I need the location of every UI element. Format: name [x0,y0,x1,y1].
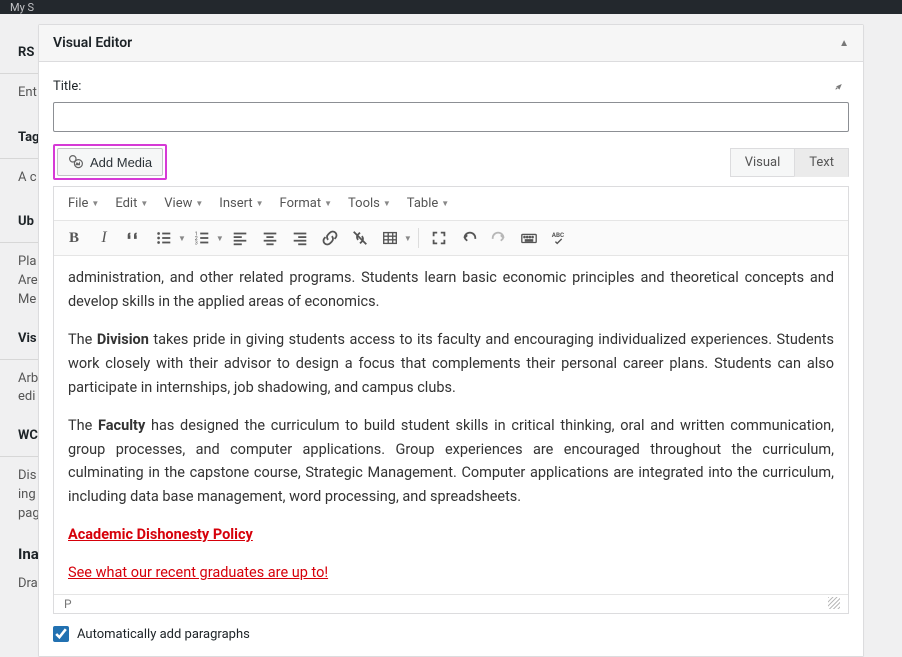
menu-file[interactable]: File▼ [62,192,105,215]
admin-bar: My S [0,0,902,14]
editor-content[interactable]: administration, and other related progra… [54,256,848,594]
add-media-highlight: Add Media [53,144,167,180]
svg-text:3: 3 [195,240,198,246]
editor-statusbar: P [54,594,848,613]
title-input[interactable] [53,102,849,132]
fullscreen-button[interactable] [425,225,453,251]
menu-tools[interactable]: Tools▼ [342,192,397,215]
spellcheck-button[interactable]: ABC [545,225,573,251]
table-button[interactable] [376,225,404,251]
title-label: Title: [53,79,81,94]
add-media-button[interactable]: Add Media [57,148,163,176]
number-list-button[interactable]: 123 [188,225,216,251]
menu-format[interactable]: Format▼ [274,192,339,215]
auto-paragraph-option[interactable]: Automatically add paragraphs [53,626,849,642]
blockquote-button[interactable] [120,225,148,251]
editor-menubar: File▼ Edit▼ View▼ Insert▼ Format▼ Tools▼… [54,187,848,221]
tab-visual[interactable]: Visual [730,148,796,177]
align-center-button[interactable] [256,225,284,251]
element-path[interactable]: P [64,597,72,611]
unlink-button[interactable] [346,225,374,251]
italic-button[interactable]: I [90,225,118,251]
bullet-list-button[interactable] [150,225,178,251]
media-icon [68,154,84,170]
editor: File▼ Edit▼ View▼ Insert▼ Format▼ Tools▼… [53,186,849,614]
panel-header[interactable]: Visual Editor ▲ [39,25,863,62]
keyboard-button[interactable] [515,225,543,251]
para-1: administration, and other related progra… [68,266,834,314]
menu-view[interactable]: View▼ [158,192,209,215]
redo-button[interactable] [485,225,513,251]
editor-toolbar: B I ▼ 123▼ ▼ ABC [54,221,848,256]
para-3: The Faculty has designed the curriculum … [68,414,834,510]
align-left-button[interactable] [226,225,254,251]
auto-paragraph-checkbox[interactable] [53,626,69,642]
menu-edit[interactable]: Edit▼ [109,192,154,215]
link-recent-graduates[interactable]: See what our recent graduates are up to! [68,564,328,581]
svg-text:ABC: ABC [552,231,564,239]
collapse-icon[interactable]: ▲ [839,38,849,49]
para-2: The Division takes pride in giving stude… [68,328,834,400]
menu-insert[interactable]: Insert▼ [213,192,269,215]
visual-editor-widget: Visual Editor ▲ Title: Add Media [38,24,864,657]
clean-icon[interactable] [833,76,849,96]
panel-title: Visual Editor [53,35,132,51]
menu-table[interactable]: Table▼ [401,192,455,215]
bold-button[interactable]: B [60,225,88,251]
align-right-button[interactable] [286,225,314,251]
link-academic-dishonesty[interactable]: Academic Dishonesty Policy [68,526,253,543]
undo-button[interactable] [455,225,483,251]
link-button[interactable] [316,225,344,251]
resize-handle[interactable] [828,597,840,609]
tab-text[interactable]: Text [794,148,849,177]
